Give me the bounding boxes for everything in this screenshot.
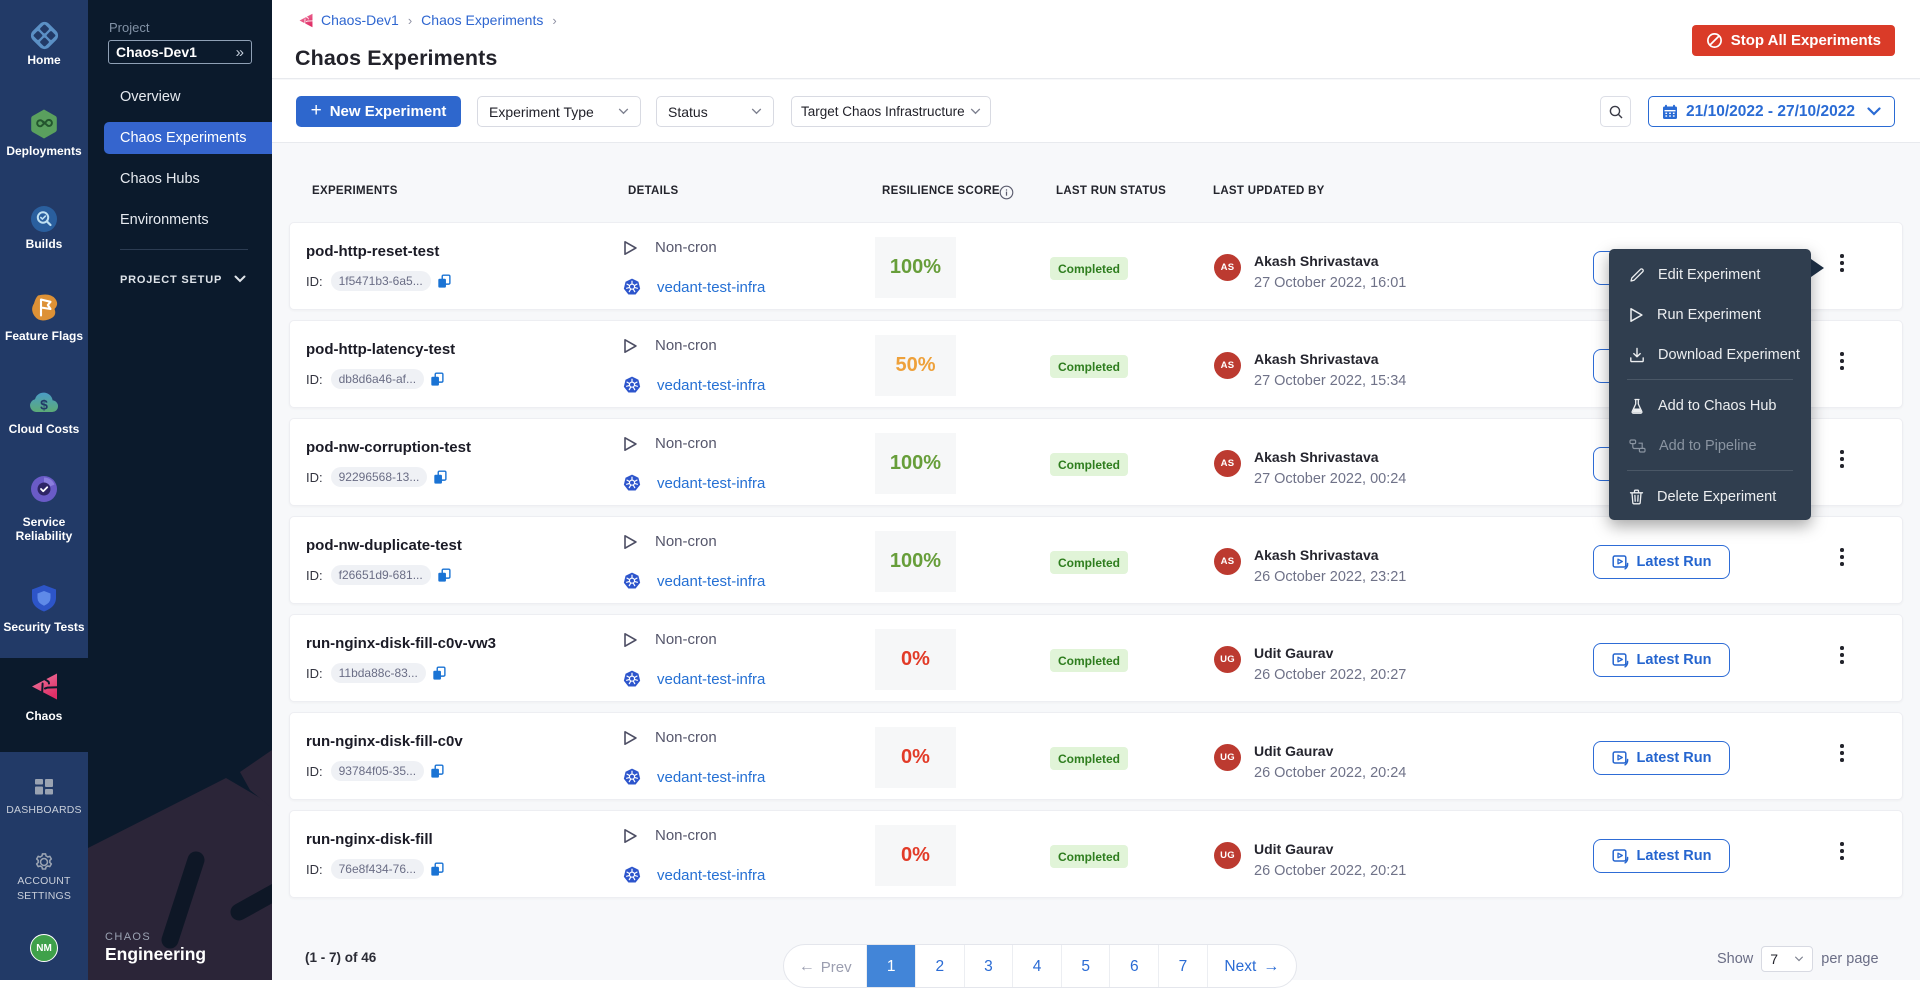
- svg-text:$: $: [40, 397, 48, 413]
